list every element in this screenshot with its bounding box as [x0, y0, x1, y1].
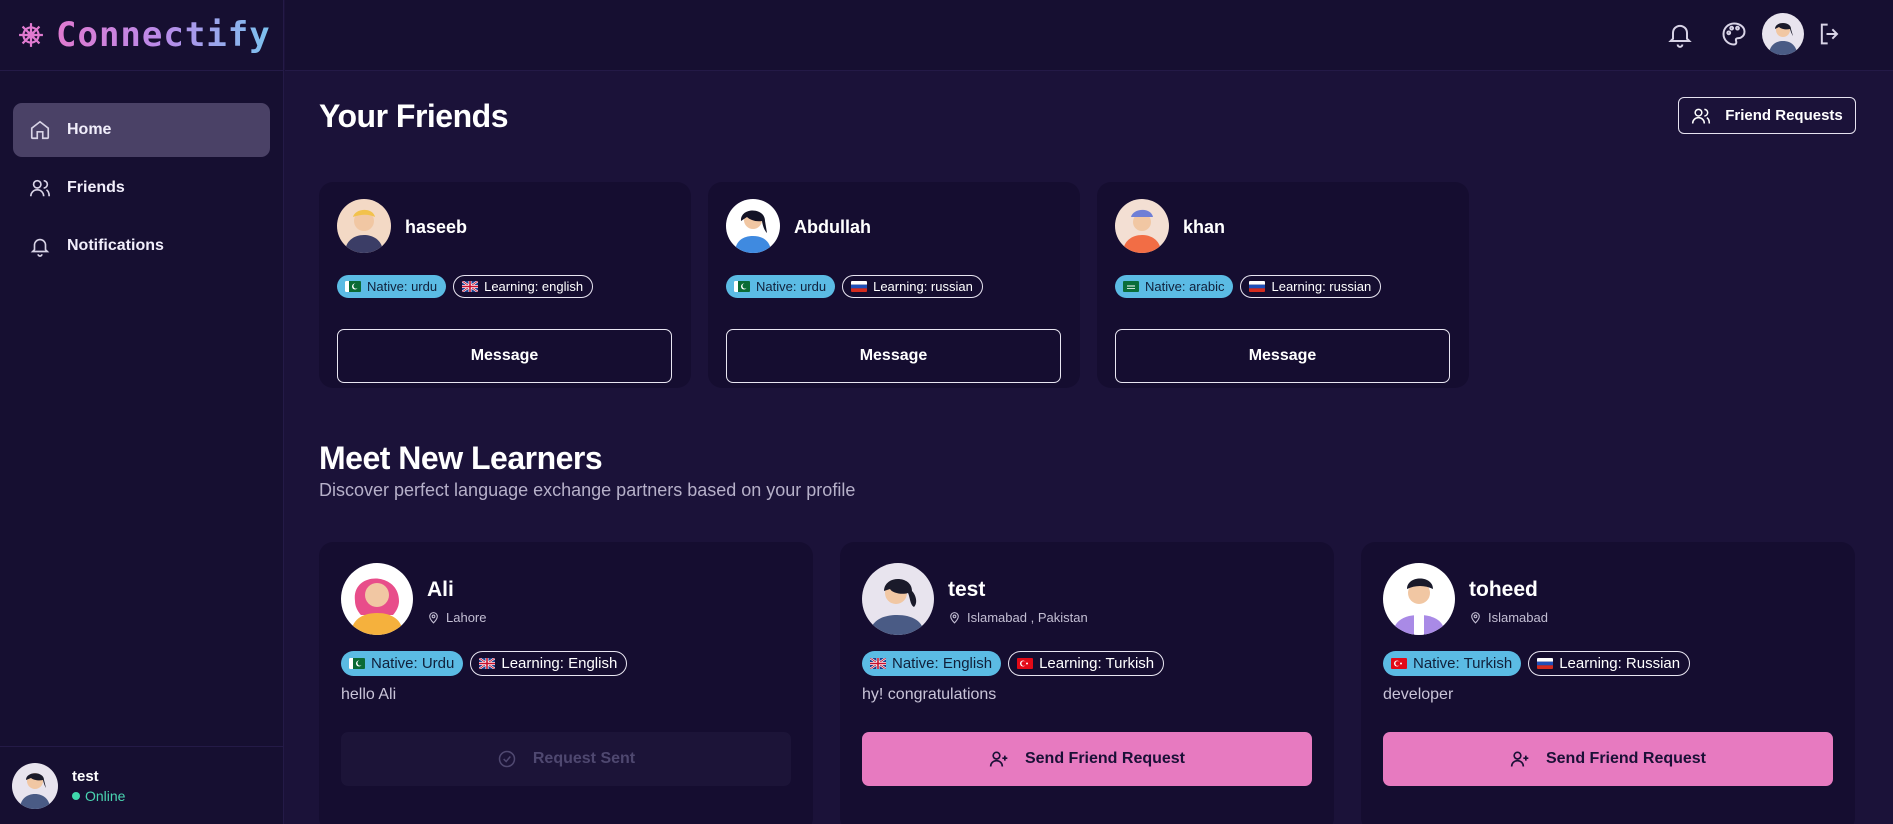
- flag-ru-icon: [1537, 658, 1553, 669]
- learner-name: toheed: [1469, 578, 1538, 601]
- language-badges: Native: Turkish Learning: Russian: [1383, 651, 1691, 676]
- flag-ru-icon: [851, 281, 867, 292]
- sidebar: Connectify Home Friends Notifications te…: [0, 0, 284, 824]
- location: Islamabad , Pakistan: [948, 610, 1088, 625]
- learner-name: Ali: [427, 578, 454, 601]
- language-badges: Native: English Learning: Turkish: [862, 651, 1165, 676]
- native-language-badge: Native: English: [862, 651, 1002, 676]
- learner-name: test: [948, 578, 986, 601]
- sidebar-item-label: Friends: [67, 179, 125, 196]
- section-title: Meet New Learners: [319, 440, 603, 476]
- section-subtitle: Discover perfect language exchange partn…: [319, 480, 856, 500]
- map-pin-icon: [427, 611, 440, 624]
- user-plus-icon: [1510, 749, 1530, 769]
- learner-bio: hello Ali: [341, 686, 397, 703]
- flag-pk-icon: [345, 281, 361, 292]
- message-button[interactable]: Message: [726, 329, 1061, 383]
- learning-language-badge: Learning: russian: [1240, 275, 1382, 298]
- avatar: [337, 199, 391, 253]
- sidebar-item-label: Home: [67, 121, 112, 138]
- friend-name: haseeb: [405, 217, 468, 237]
- users-icon: [30, 179, 50, 197]
- learner-bio: developer: [1383, 686, 1454, 703]
- native-language-badge: Native: Turkish: [1383, 651, 1522, 676]
- users-icon: [1692, 108, 1711, 124]
- flag-sa-icon: [1123, 281, 1139, 292]
- brand-name: Connectify: [56, 15, 271, 55]
- bell-icon[interactable]: [1666, 20, 1694, 48]
- learner-bio: hy! congratulations: [862, 686, 997, 703]
- online-dot: [72, 791, 80, 800]
- check-circle-icon: [498, 750, 516, 768]
- learning-language-badge: Learning: English: [470, 651, 628, 676]
- flag-tr-icon: [1391, 658, 1407, 669]
- sidebar-item-notifications[interactable]: Notifications: [13, 219, 270, 273]
- friend-requests-button[interactable]: Friend Requests: [1678, 97, 1856, 134]
- learning-language-badge: Learning: english: [453, 275, 594, 298]
- flag-pk-icon: [734, 281, 750, 292]
- flag-gb-icon: [870, 658, 886, 669]
- avatar: [862, 563, 934, 635]
- friend-name: Abdullah: [794, 217, 871, 237]
- native-language-badge: Native: urdu: [726, 275, 836, 298]
- flag-tr-icon: [1017, 658, 1033, 669]
- learner-card: Ali Lahore Native: Urdu Learning: Englis…: [319, 542, 813, 824]
- request-sent-button: Request Sent: [341, 732, 791, 786]
- friend-name: khan: [1183, 217, 1226, 237]
- avatar: [341, 563, 413, 635]
- message-button[interactable]: Message: [1115, 329, 1450, 383]
- ship-wheel-icon: [19, 23, 43, 47]
- language-badges: Native: Urdu Learning: English: [341, 651, 628, 676]
- home-icon: [30, 120, 50, 140]
- native-language-badge: Native: urdu: [337, 275, 447, 298]
- avatar: [1383, 563, 1455, 635]
- palette-icon[interactable]: [1720, 20, 1748, 48]
- main-content: Your Friends Friend Requests haseeb Nati…: [285, 72, 1893, 824]
- language-badges: Native: arabic Learning: russian: [1115, 275, 1382, 298]
- user-name: test: [72, 767, 99, 785]
- logout-icon[interactable]: [1816, 20, 1844, 48]
- flag-pk-icon: [349, 658, 365, 669]
- language-badges: Native: urdu Learning: russian: [726, 275, 983, 298]
- native-language-badge: Native: Urdu: [341, 651, 464, 676]
- bell-icon: [30, 238, 50, 257]
- language-badges: Native: urdu Learning: english: [337, 275, 594, 298]
- top-bar: [285, 0, 1893, 71]
- sidebar-user[interactable]: test Online: [0, 746, 284, 824]
- flag-gb-icon: [479, 658, 495, 669]
- flag-ru-icon: [1249, 281, 1265, 292]
- page-title: Your Friends: [319, 98, 508, 134]
- location: Lahore: [427, 610, 486, 625]
- avatar[interactable]: [1762, 13, 1804, 55]
- message-button[interactable]: Message: [337, 329, 672, 383]
- learner-card: test Islamabad , Pakistan Native: Englis…: [840, 542, 1334, 824]
- map-pin-icon: [948, 611, 961, 624]
- send-friend-request-button[interactable]: Send Friend Request: [862, 732, 1312, 786]
- friend-card: haseeb Native: urdu Learning: english Me…: [319, 182, 691, 388]
- sidebar-item-home[interactable]: Home: [13, 103, 270, 157]
- friend-card: Abdullah Native: urdu Learning: russian …: [708, 182, 1080, 388]
- learner-card: toheed Islamabad Native: Turkish Learnin…: [1361, 542, 1855, 824]
- brand[interactable]: Connectify: [0, 0, 283, 71]
- friend-requests-label: Friend Requests: [1725, 107, 1843, 124]
- learning-language-badge: Learning: Russian: [1528, 651, 1691, 676]
- send-friend-request-button[interactable]: Send Friend Request: [1383, 732, 1833, 786]
- user-plus-icon: [989, 749, 1009, 769]
- sidebar-item-friends[interactable]: Friends: [13, 161, 270, 215]
- status-badge: Online: [72, 788, 125, 804]
- sidebar-nav: Home Friends Notifications: [0, 71, 283, 273]
- avatar: [726, 199, 780, 253]
- flag-gb-icon: [462, 281, 478, 292]
- avatar: [1115, 199, 1169, 253]
- native-language-badge: Native: arabic: [1115, 275, 1234, 298]
- sidebar-item-label: Notifications: [67, 237, 164, 254]
- status-text: Online: [85, 787, 126, 804]
- map-pin-icon: [1469, 611, 1482, 624]
- friend-card: khan Native: arabic Learning: russian Me…: [1097, 182, 1469, 388]
- learning-language-badge: Learning: russian: [842, 275, 983, 298]
- avatar: [12, 762, 58, 809]
- location: Islamabad: [1469, 610, 1548, 625]
- learning-language-badge: Learning: Turkish: [1008, 651, 1165, 676]
